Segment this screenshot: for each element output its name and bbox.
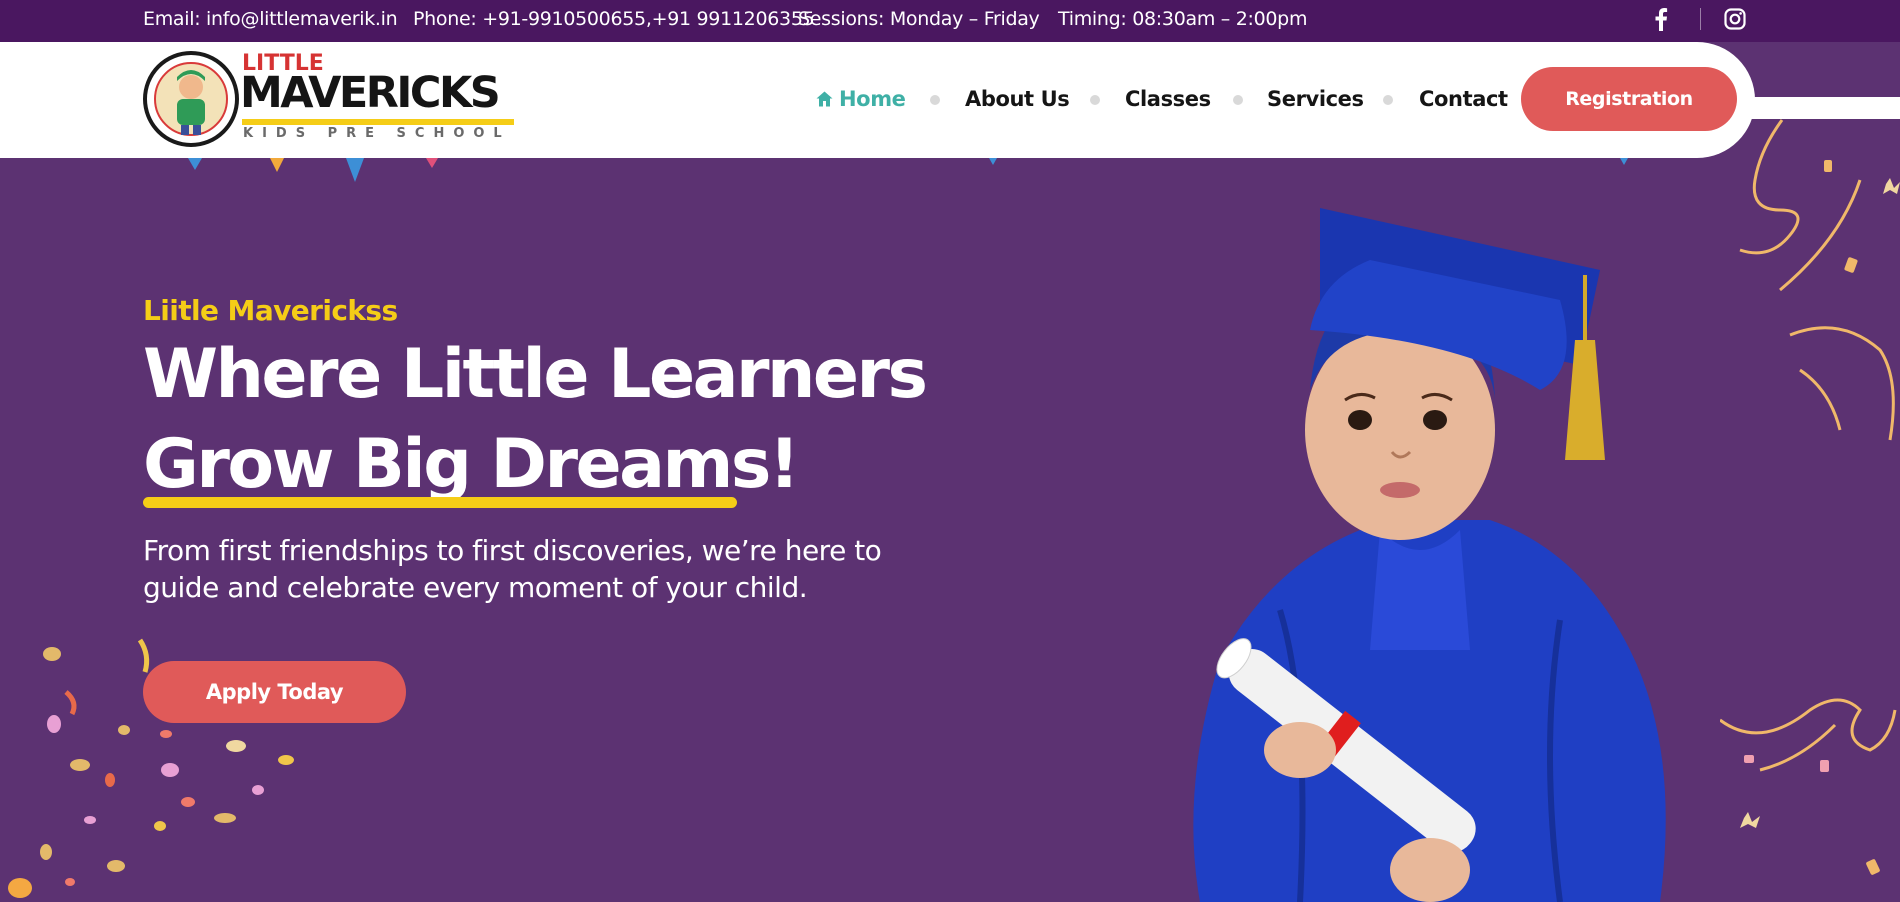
nav-contact[interactable]: Contact [1419,82,1508,116]
nav-about-us[interactable]: About Us [965,82,1070,116]
timing-info: Timing: 08:30am – 2:00pm [1058,8,1308,30]
registration-button[interactable]: Registration [1521,67,1737,131]
hero-subtitle: From first friendships to first discover… [143,534,882,604]
hero-headline-line1: Where Little Learners [143,335,928,414]
graduate-child-image [1193,208,1666,902]
email-info[interactable]: Email: info@littlemaverik.in [143,0,398,38]
nav-separator-dot [1383,95,1393,105]
headline-underline [143,497,737,508]
bunting-decoration [188,158,438,182]
hero-headline-line2: Grow Big Dreams! [143,425,800,504]
logo-tagline: KIDS PRE SCHOOL [243,126,511,141]
phone-info[interactable]: Phone: +91-9910500655,+91 9911206355 [413,0,815,38]
hero-eyebrow: Liitle Maverickss [143,294,398,327]
facebook-icon[interactable] [1648,6,1674,32]
logo-yellow-bar [242,119,514,125]
home-icon [816,91,833,107]
nav-services[interactable]: Services [1267,82,1364,116]
streamer-decoration [1720,119,1900,875]
nav-separator-dot [1233,95,1243,105]
instagram-icon[interactable] [1722,6,1748,32]
top-info-bar: Email: info@littlemaverik.in Phone: +91-… [0,0,1900,42]
nav-separator-dot [1090,95,1100,105]
confetti-decoration [8,638,294,898]
nav-home[interactable]: Home [816,82,906,116]
sessions-info: Sessions: Monday – Friday [798,8,1040,30]
bunting-flag [989,158,997,165]
logo-text-mavericks: MAVERICKS [240,68,501,118]
nav-classes[interactable]: Classes [1125,82,1211,116]
nav-home-label: Home [839,87,906,111]
bunting-flag [1620,158,1628,165]
social-divider [1700,8,1701,30]
nav-separator-dot [930,95,940,105]
site-logo[interactable]: LITTLE MAVERICKS KIDS PRE SCHOOL [143,49,523,149]
